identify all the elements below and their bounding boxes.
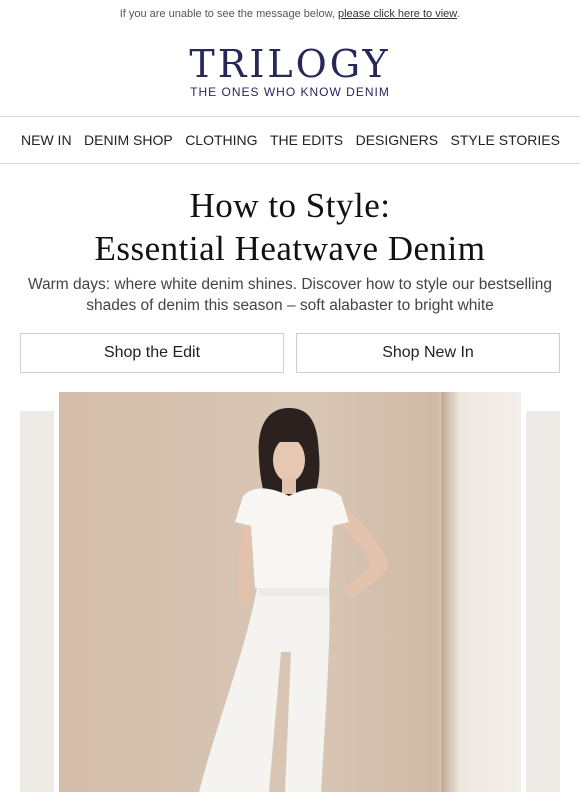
page-headline: How to Style: Essential Heatwave Denim	[0, 184, 580, 270]
trilogy-logo[interactable]: TRILOGY	[0, 42, 580, 86]
main-nav: NEW IN DENIM SHOP CLOTHING THE EDITS DES…	[0, 116, 580, 164]
shop-the-edit-button[interactable]: Shop the Edit	[20, 333, 284, 373]
preheader-text: If you are unable to see the message bel…	[119, 8, 335, 20]
intro-text: Warm days: where white denim shines. Dis…	[27, 276, 553, 314]
brand-tagline: THE ONES WHO KNOW DENIM	[190, 85, 390, 99]
nav-denim-shop[interactable]: DENIM SHOP	[84, 132, 173, 148]
hero-image[interactable]	[59, 392, 521, 792]
headline-line-1: How to Style:	[189, 186, 391, 225]
nav-clothing[interactable]: CLOTHING	[185, 132, 257, 148]
shop-new-in-button[interactable]: Shop New In	[296, 333, 560, 373]
nav-style-stories[interactable]: STYLE STORIES	[451, 132, 560, 148]
preheader: If you are unable to see the message bel…	[0, 0, 580, 28]
nav-new-in[interactable]: NEW IN	[21, 132, 72, 148]
view-in-browser-link[interactable]: please click here to view	[338, 8, 457, 20]
nav-the-edits[interactable]: THE EDITS	[270, 132, 343, 148]
hero-side-panel-left	[20, 411, 54, 792]
hero-section	[0, 392, 580, 792]
model-figure	[199, 408, 389, 792]
hero-side-panel-right	[526, 411, 560, 792]
headline-line-2: Essential Heatwave Denim	[94, 229, 486, 268]
preheader-period: .	[457, 8, 461, 20]
brand-header: TRILOGY THE ONES WHO KNOW DENIM	[0, 28, 580, 116]
nav-designers[interactable]: DESIGNERS	[356, 132, 438, 148]
cta-row: Shop the Edit Shop New In	[0, 333, 580, 373]
